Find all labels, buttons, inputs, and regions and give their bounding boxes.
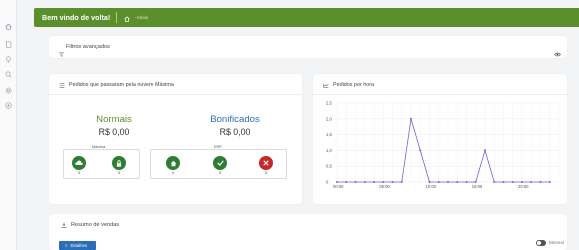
breadcrumb-home-icon[interactable] xyxy=(124,9,130,27)
filters-label: Filtros avançados xyxy=(66,44,110,50)
close-icon xyxy=(259,156,273,170)
y-tick-label: 2,5 xyxy=(326,101,332,106)
y-tick-label: 0 xyxy=(326,180,329,185)
home-icon[interactable] xyxy=(3,21,14,32)
orders-per-hour-chart: 0 0,5 1,0 1,5 2,0 2,5 00:00 05:00 10:00 15:00 20:0… xyxy=(326,101,560,189)
eye-icon[interactable] xyxy=(554,44,561,62)
list-icon xyxy=(59,82,65,88)
cloud-count: 0 xyxy=(77,171,81,175)
vendas-header: Resumo de vendas xyxy=(61,222,119,228)
check-icon xyxy=(213,156,227,170)
y-tick-label: 2,0 xyxy=(326,116,332,121)
filter-icon xyxy=(59,44,64,62)
data-point xyxy=(484,149,486,152)
data-point xyxy=(428,181,431,183)
data-point xyxy=(419,149,422,152)
data-point xyxy=(382,181,385,183)
data-point xyxy=(511,181,514,183)
gear-icon[interactable] xyxy=(3,85,14,96)
check-count: 3 xyxy=(218,171,222,175)
bonificados-label: Bonificados xyxy=(210,114,260,125)
y-tick-label: 1,5 xyxy=(326,132,332,137)
data-point xyxy=(363,181,366,183)
bonificados-value: R$ 0,00 xyxy=(219,127,251,137)
data-point xyxy=(539,181,542,183)
data-point xyxy=(345,181,348,183)
data-point xyxy=(354,181,357,183)
divider xyxy=(49,94,302,95)
file-icon[interactable] xyxy=(3,39,14,50)
menu-icon: ≡ xyxy=(65,243,68,248)
download-icon xyxy=(61,222,67,228)
lock-icon xyxy=(112,156,126,170)
normais-value: R$ 0,00 xyxy=(98,127,130,137)
page-title: Bem vindo de volta! xyxy=(42,13,111,22)
data-point xyxy=(456,181,459,183)
y-tick-label: 1,0 xyxy=(326,148,332,153)
data-point xyxy=(447,181,449,183)
data-point xyxy=(400,181,403,183)
error-count: 0 xyxy=(264,171,268,175)
filters-panel[interactable]: Filtros avançados xyxy=(49,36,567,58)
header-divider xyxy=(116,12,118,23)
chart-card: Pedidos por hora 0 0,5 1,0 1,5 2,0 2,5 00:00 05… xyxy=(313,74,567,204)
vendas-title: Resumo de vendas xyxy=(71,222,120,228)
x-tick-label: 20:00 xyxy=(518,184,529,189)
pedidos-card: Pedidos que passaram pela nuvem Máxima xyxy=(49,74,302,204)
data-point xyxy=(474,181,477,183)
data-point xyxy=(502,181,505,183)
data-point xyxy=(465,181,468,183)
data-point xyxy=(410,117,412,120)
lock-count: 0 xyxy=(117,171,121,175)
pedidos-card-header: Pedidos que passaram pela nuvem Máxima xyxy=(59,82,174,88)
data-point xyxy=(391,181,394,183)
x-tick-label: 05:00 xyxy=(379,184,390,189)
search-icon[interactable] xyxy=(3,69,14,80)
x-tick-label: 00:00 xyxy=(333,184,344,189)
x-tick-label: 10:00 xyxy=(426,184,437,189)
resumo-vendas-card: Resumo de vendas ≡ Detalhes Mensal xyxy=(49,214,567,250)
mensal-label: Mensal xyxy=(549,240,564,245)
cloud-icon xyxy=(72,156,86,170)
y-tick-label: 0,5 xyxy=(326,164,332,169)
data-point xyxy=(493,181,496,183)
detalhes-button[interactable]: ≡ Detalhes xyxy=(59,241,96,250)
home-count: 0 xyxy=(171,171,175,175)
mensal-toggle[interactable] xyxy=(536,240,546,246)
breadcrumb-current: Início xyxy=(137,15,149,20)
x-tick-label: 15:00 xyxy=(472,184,483,189)
house-icon xyxy=(166,156,180,170)
data-point xyxy=(548,181,551,183)
sidebar xyxy=(0,0,17,250)
lightbulb-icon[interactable] xyxy=(3,54,14,65)
breadcrumb[interactable]: - Início xyxy=(134,15,148,20)
data-point xyxy=(437,181,440,183)
pedidos-title: Pedidos que passaram pela nuvem Máxima xyxy=(69,82,174,88)
data-point xyxy=(530,181,533,183)
detalhes-label: Detalhes xyxy=(70,243,87,248)
normais-label: Normais xyxy=(96,114,132,125)
plus-circle-icon[interactable] xyxy=(3,100,14,111)
data-point xyxy=(373,181,375,183)
header-bar: Bem vindo de volta! - Início xyxy=(34,8,579,27)
data-point xyxy=(336,181,338,183)
breadcrumb-separator: - xyxy=(134,15,136,20)
data-point xyxy=(521,181,523,183)
